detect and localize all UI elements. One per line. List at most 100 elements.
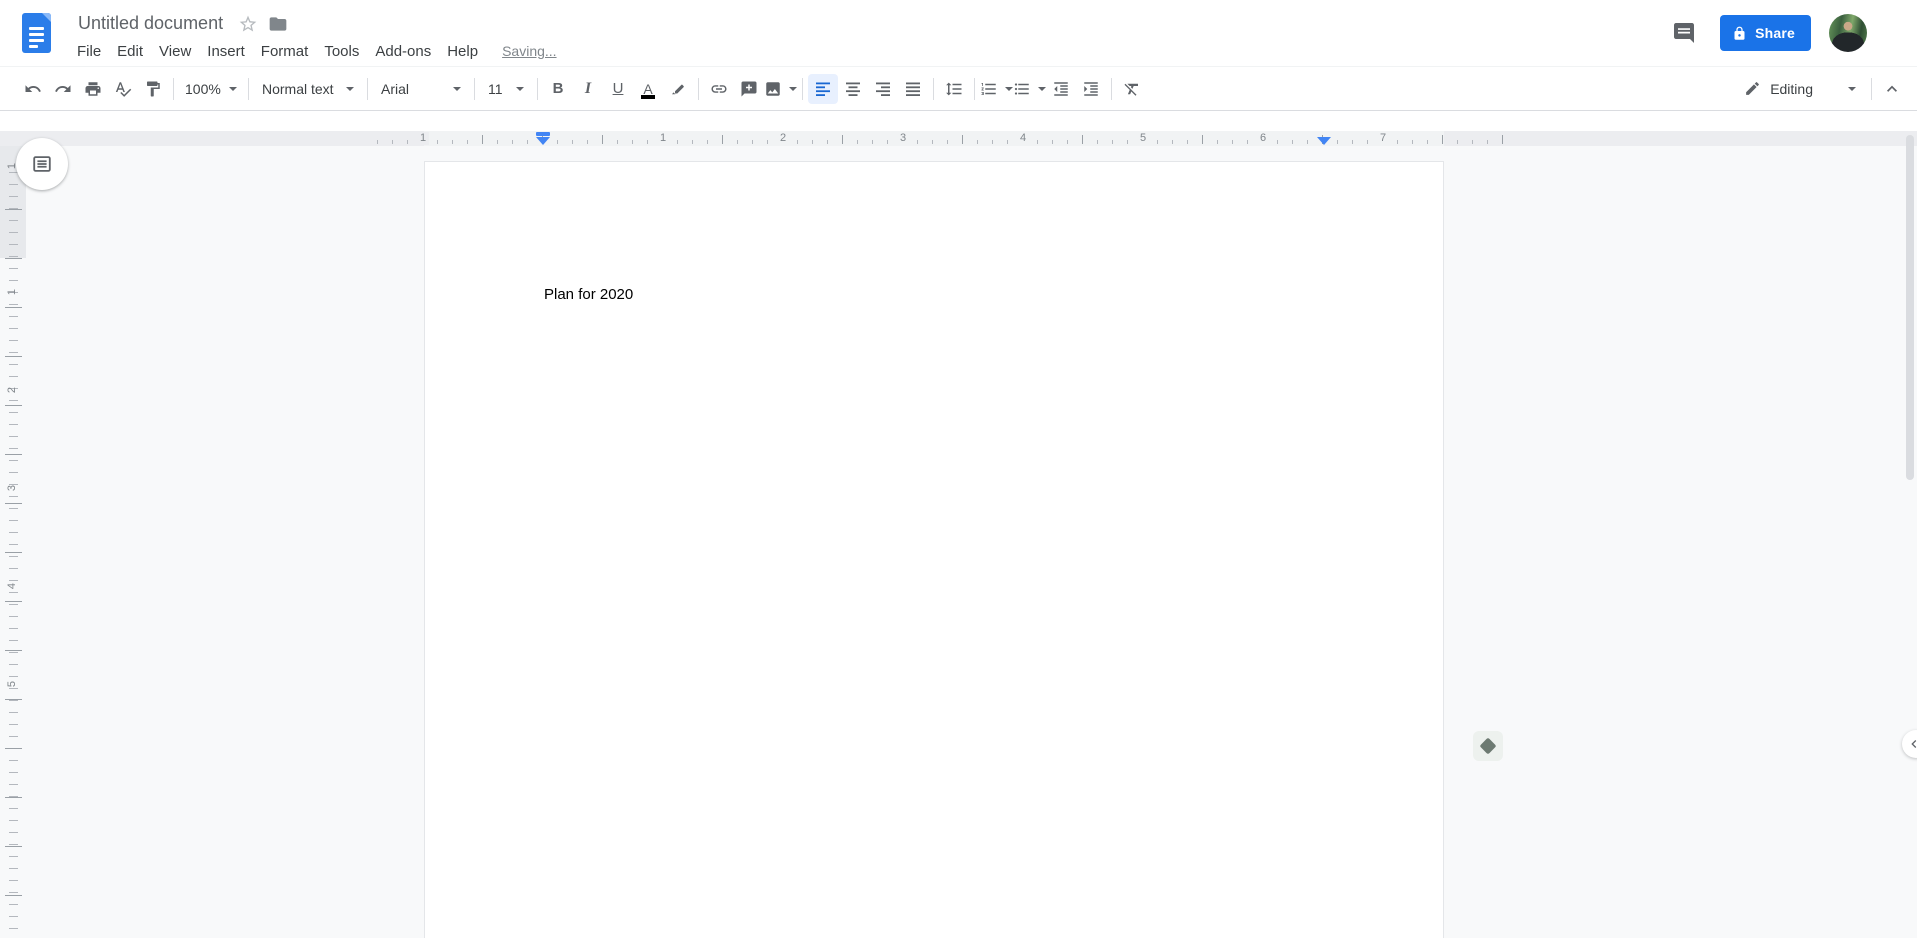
highlight-color-button[interactable] (663, 74, 693, 104)
ruler-number: 4 (6, 582, 18, 590)
numbered-list-button[interactable] (980, 74, 1013, 104)
numbered-list-icon (980, 80, 998, 98)
ruler-number: 2 (6, 386, 18, 394)
undo-icon (24, 80, 42, 98)
italic-button[interactable]: I (573, 74, 603, 104)
docs-logo-icon[interactable] (22, 13, 51, 53)
menu-view[interactable]: View (151, 40, 199, 63)
chevron-down-icon (516, 86, 524, 91)
insert-link-button[interactable] (704, 74, 734, 104)
ruler-number: 7 (1376, 132, 1390, 145)
save-status[interactable]: Saving... (500, 40, 558, 63)
zoom-select[interactable]: 100% (179, 74, 243, 104)
redo-icon (54, 80, 72, 98)
ruler-number: 1 (416, 132, 430, 145)
justify-button[interactable] (898, 74, 928, 104)
menu-help[interactable]: Help (439, 40, 486, 63)
bulleted-list-icon (1013, 80, 1031, 98)
menu-format[interactable]: Format (253, 40, 317, 63)
account-avatar[interactable] (1829, 14, 1867, 52)
explore-icon (1479, 737, 1497, 755)
print-icon (84, 80, 102, 98)
toolbar-separator (173, 77, 174, 100)
align-left-icon (814, 80, 832, 98)
menu-file[interactable]: File (69, 40, 109, 63)
spell-check-icon (114, 80, 132, 98)
left-indent-marker[interactable] (536, 132, 550, 145)
hide-menus-button[interactable] (1877, 74, 1907, 104)
spell-check-button[interactable] (108, 74, 138, 104)
bold-button[interactable]: B (543, 74, 573, 104)
document-page[interactable]: Plan for 2020 (424, 161, 1444, 938)
insert-comment-button[interactable] (734, 74, 764, 104)
chevron-down-icon (1038, 86, 1046, 91)
font-size-select[interactable]: 11 (480, 74, 532, 104)
paint-format-button[interactable] (138, 74, 168, 104)
align-center-button[interactable] (838, 74, 868, 104)
print-button[interactable] (78, 74, 108, 104)
move-folder-icon[interactable] (268, 14, 288, 34)
bulleted-list-button[interactable] (1013, 74, 1046, 104)
menu-insert[interactable]: Insert (199, 40, 253, 63)
toolbar-separator (248, 77, 249, 100)
toolbar-separator (367, 77, 368, 100)
undo-button[interactable] (18, 74, 48, 104)
chevron-down-icon (229, 86, 237, 91)
toolbar-separator (974, 77, 975, 100)
ruler-number: 3 (896, 132, 910, 145)
clear-formatting-button[interactable] (1117, 74, 1147, 104)
right-indent-icon (1317, 137, 1331, 145)
text-color-button[interactable]: A (633, 74, 663, 104)
chevron-down-icon (789, 86, 797, 91)
font-family-value: Arial (381, 80, 410, 97)
clear-formatting-icon (1123, 80, 1141, 98)
horizontal-ruler[interactable]: 1 1 2 3 4 5 6 7 (0, 131, 1917, 146)
document-title[interactable]: Untitled document (73, 11, 228, 36)
mode-select[interactable]: Editing (1734, 73, 1866, 105)
italic-icon: I (584, 79, 592, 97)
ruler-number: 3 (6, 484, 18, 492)
vertical-scrollbar-thumb[interactable] (1906, 135, 1914, 480)
ruler-right-margin-area (1444, 131, 1917, 146)
document-text[interactable]: Plan for 2020 (544, 284, 633, 305)
paint-format-icon (144, 80, 162, 98)
insert-image-button[interactable] (764, 74, 797, 104)
paragraph-style-select[interactable]: Normal text (254, 74, 362, 104)
line-spacing-icon (945, 80, 963, 98)
right-indent-marker[interactable] (1317, 137, 1331, 145)
ruler-number: 2 (776, 132, 790, 145)
share-button[interactable]: Share (1720, 15, 1811, 51)
ruler-number: 4 (1016, 132, 1030, 145)
bold-icon: B (552, 80, 564, 97)
increase-indent-button[interactable] (1076, 74, 1106, 104)
open-comment-history-button[interactable] (1666, 15, 1702, 51)
mode-value: Editing (1770, 80, 1813, 97)
menu-edit[interactable]: Edit (109, 40, 151, 63)
image-icon (764, 80, 782, 98)
toolbar: 100% Normal text Arial 11 B I U A Editin… (0, 66, 1917, 111)
left-indent-icon (536, 137, 550, 145)
align-left-button[interactable] (808, 73, 838, 104)
font-size-value: 11 (488, 80, 503, 97)
toolbar-separator (1871, 77, 1872, 100)
ruler-major-ticks (5, 161, 22, 938)
chevron-down-icon (453, 86, 461, 91)
first-line-indent-icon[interactable] (536, 132, 550, 136)
show-document-outline-button[interactable] (16, 138, 68, 190)
align-right-button[interactable] (868, 74, 898, 104)
menu-addons[interactable]: Add-ons (367, 40, 439, 63)
decrease-indent-button[interactable] (1046, 74, 1076, 104)
align-right-icon (874, 80, 892, 98)
menu-tools[interactable]: Tools (316, 40, 367, 63)
line-spacing-button[interactable] (939, 74, 969, 104)
explore-button[interactable] (1473, 731, 1503, 761)
font-family-select[interactable]: Arial (373, 74, 469, 104)
redo-button[interactable] (48, 74, 78, 104)
ruler-number: 1 (6, 288, 18, 296)
underline-button[interactable]: U (603, 74, 633, 104)
toolbar-separator (698, 77, 699, 100)
chevron-down-icon (346, 86, 354, 91)
vertical-ruler[interactable]: 1 1 2 3 4 5 (0, 146, 26, 938)
link-icon (710, 80, 728, 98)
star-icon[interactable] (238, 14, 258, 34)
